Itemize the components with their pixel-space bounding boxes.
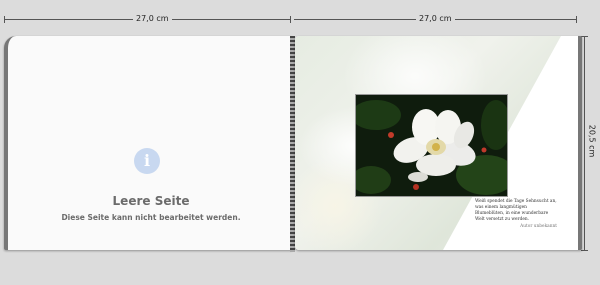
caption-body: Weiß spendet die Tage Sehnsucht an, was … [475,199,557,222]
dim-tick [576,16,577,23]
empty-page-subtitle: Diese Seite kann nicht bearbeitet werden… [61,213,241,222]
dim-tick [290,16,291,23]
caption-signature: Autor unbekannt [520,224,557,229]
white-flower-image [356,95,507,196]
empty-page-title: Leere Seite [112,194,190,208]
dim-label-height: 20,5 cm [586,121,597,161]
right-page[interactable]: Weiß spendet die Tage Sehnsucht an, was … [295,36,582,250]
dim-label-left-width: 27,0 cm [133,14,172,24]
dim-label-right-width: 27,0 cm [416,14,455,24]
dim-line [584,36,585,250]
photo-caption-text[interactable]: Weiß spendet die Tage Sehnsucht an, was … [475,199,557,230]
left-page[interactable]: i Leere Seite Diese Seite kann nicht bea… [4,36,294,250]
flower-photo[interactable] [355,94,508,197]
info-icon: i [134,148,160,174]
photobook-spread: i Leere Seite Diese Seite kann nicht bea… [4,36,584,252]
